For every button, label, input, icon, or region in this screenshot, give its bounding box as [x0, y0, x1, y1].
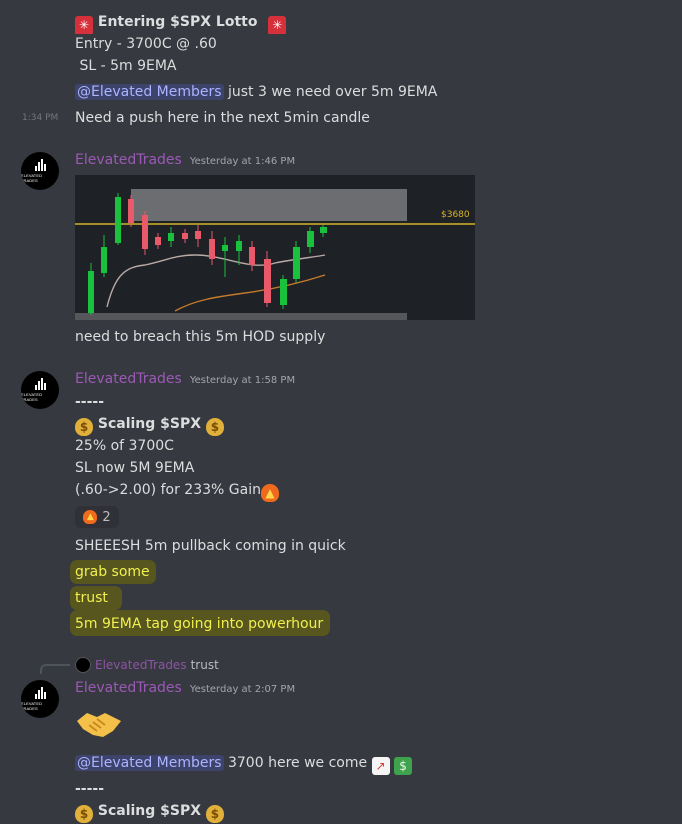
highlighted-line: 5m 9EMA tap going into powerhour — [75, 616, 324, 632]
avatar-logo-icon — [34, 378, 46, 390]
highlighted-line: grab some — [75, 564, 150, 580]
message-timestamp: Yesterday at 1:58 PM — [189, 375, 296, 386]
message-3-divider: ----- — [75, 394, 105, 410]
message-1-followup: Need a push here in the next 5min candle — [75, 110, 370, 126]
message-timestamp: Yesterday at 1:46 PM — [189, 156, 296, 167]
message-3-line: SL now 5M 9EMA — [75, 460, 195, 476]
message-4-title: $ Scaling $SPX $ — [75, 801, 224, 823]
fire-icon: ▲ — [83, 510, 98, 524]
money-bag-icon: $ — [75, 418, 93, 436]
avatar[interactable]: ELEVATED TRADES — [21, 371, 59, 409]
avatar[interactable]: ELEVATED TRADES — [21, 680, 59, 718]
avatar-brand-text: ELEVATED TRADES — [21, 173, 43, 183]
reply-text[interactable]: trust — [191, 658, 219, 672]
money-bag-icon: $ — [75, 805, 93, 823]
message-1-entry: Entry - 3700C @ .60 — [75, 36, 217, 52]
avatar-logo-icon — [34, 159, 46, 171]
reaction-fire[interactable]: ▲ 2 — [75, 506, 119, 528]
message-3-header: ElevatedTrades Yesterday at 1:58 PM — [75, 371, 295, 387]
supply-zone — [131, 189, 407, 221]
bottom-band — [75, 313, 407, 320]
price-label: $3680 — [441, 210, 470, 220]
reply-avatar — [75, 657, 91, 673]
fire-icon: ▲ — [260, 484, 279, 502]
message-3-after: SHEEESH 5m pullback coming in quick — [75, 538, 346, 554]
police-light-icon: ✳ — [268, 16, 287, 34]
author-name[interactable]: ElevatedTrades — [75, 371, 182, 387]
message-2-caption: need to breach this 5m HOD supply — [75, 329, 326, 345]
author-name[interactable]: ElevatedTrades — [75, 152, 182, 168]
message-1-title: ✳ Entering $SPX Lotto ✳ — [75, 12, 287, 34]
message-2-header: ElevatedTrades Yesterday at 1:46 PM — [75, 152, 295, 168]
message-3-gain-line: (.60->2.00) for 233% Gain ▲ — [75, 480, 279, 502]
message-3-line: 25% of 3700C — [75, 438, 174, 454]
police-light-icon: ✳ — [75, 16, 93, 34]
message-1-stoploss: SL - 5m 9EMA — [75, 58, 177, 74]
reaction-count: 2 — [102, 509, 111, 525]
reply-reference[interactable]: ElevatedTrades trust — [75, 657, 219, 673]
chart-increasing-icon: ↗ — [371, 757, 390, 775]
author-name[interactable]: ElevatedTrades — [75, 680, 182, 696]
reply-author[interactable]: ElevatedTrades — [95, 658, 187, 672]
message-1-mention-line: @Elevated Members just 3 we need over 5m… — [75, 84, 438, 100]
chart-image-attachment[interactable]: $3680 — [75, 175, 475, 320]
message-timestamp: 1:34 PM — [22, 113, 59, 123]
money-bag-icon: $ — [205, 418, 224, 436]
handshake-icon — [77, 713, 121, 737]
message-4-header: ElevatedTrades Yesterday at 2:07 PM — [75, 680, 295, 696]
reply-connector — [40, 664, 70, 674]
message-3-title: $ Scaling $SPX $ — [75, 414, 224, 436]
avatar-brand-text: ELEVATED TRADES — [21, 701, 43, 711]
avatar-brand-text: ELEVATED TRADES — [21, 392, 43, 402]
candlestick-chart: $3680 — [75, 175, 475, 320]
avatar[interactable]: ELEVATED TRADES — [21, 152, 59, 190]
highlighted-line: trust — [75, 590, 108, 606]
money-bag-icon: $ — [205, 805, 224, 823]
mention-elevated-members[interactable]: @Elevated Members — [75, 755, 224, 771]
avatar-logo-icon — [34, 687, 46, 699]
message-timestamp: Yesterday at 2:07 PM — [189, 684, 296, 695]
message-4-mention-line: @Elevated Members 3700 here we come ↗ $ — [75, 753, 413, 775]
message-4-divider: ----- — [75, 781, 105, 797]
mention-elevated-members[interactable]: @Elevated Members — [75, 84, 224, 100]
money-with-wings-icon: $ — [394, 757, 413, 775]
